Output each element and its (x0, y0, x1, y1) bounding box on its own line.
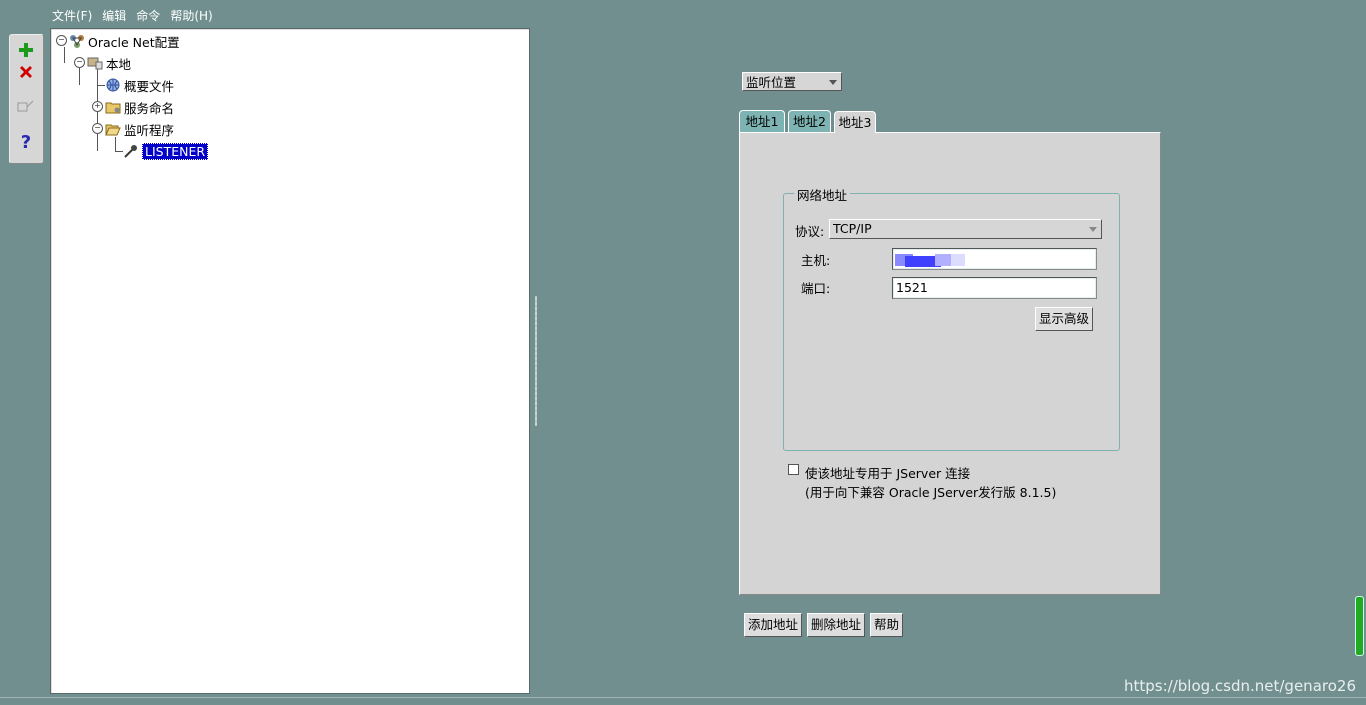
location-select-value: 监听位置 (746, 75, 797, 90)
tree-label-listeners: 监听程序 (124, 122, 175, 138)
expand-toggle-service[interactable]: + (92, 101, 103, 112)
tree-label-service-naming: 服务命名 (124, 100, 175, 116)
plus-icon[interactable] (15, 39, 37, 61)
expand-toggle-listeners[interactable]: − (92, 123, 103, 134)
location-select[interactable]: 监听位置 (742, 72, 842, 91)
menu-edit[interactable]: 编辑 (102, 8, 126, 24)
jserver-note: (用于向下兼容 Oracle JServer发行版 8.1.5) (805, 485, 1057, 500)
tab-address-1[interactable]: 地址1 (739, 110, 785, 132)
port-field[interactable]: 1521 (892, 277, 1097, 299)
port-value: 1521 (896, 280, 928, 295)
tab-label: 地址1 (745, 114, 779, 129)
tree-node-root[interactable]: Oracle Net配置 (69, 32, 180, 50)
menu-command[interactable]: 命令 (136, 8, 160, 24)
toolbar: ? (9, 34, 44, 164)
protocol-select-value: TCP/IP (833, 221, 872, 236)
tree-node-listener[interactable]: LISTENER (123, 142, 209, 160)
tree-node-service-naming[interactable]: 服务命名 (105, 98, 174, 116)
menu-help[interactable]: 帮助(H) (170, 8, 212, 24)
host-label: 主机: (801, 253, 831, 268)
host-field[interactable] (892, 248, 1097, 270)
remove-address-button[interactable]: 删除地址 (807, 613, 866, 637)
tab-address-2[interactable]: 地址2 (788, 110, 831, 132)
network-address-legend: 网络地址 (794, 185, 851, 204)
redacted-host-value (895, 251, 967, 267)
expand-toggle-local[interactable]: − (74, 57, 85, 68)
microphone-icon (123, 144, 139, 158)
menu-file[interactable]: 文件(F) (52, 8, 92, 24)
network-icon (69, 34, 85, 48)
test-icon[interactable] (15, 95, 37, 117)
network-address-group: 网络地址 协议: TCP/IP 主机: 端口: 1521 显示高级 (783, 185, 1120, 451)
protocol-label: 协议: (795, 224, 825, 239)
tree-node-listeners[interactable]: 监听程序 (105, 120, 174, 138)
scroll-indicator[interactable] (1355, 596, 1364, 656)
tree-node-profile[interactable]: 概要文件 (105, 76, 174, 94)
protocol-select[interactable]: TCP/IP (829, 219, 1102, 239)
help-button[interactable]: 帮助 (870, 613, 904, 637)
show-advanced-button[interactable]: 显示高级 (1035, 307, 1094, 331)
jserver-checkbox[interactable] (788, 464, 799, 475)
globe-icon (105, 78, 121, 92)
navigator-tree: − Oracle Net配置 − 本地 概要文件 + 服务命名 − 监听程序 L… (50, 28, 530, 694)
expand-toggle-root[interactable]: − (56, 35, 67, 46)
chevron-down-icon (1089, 227, 1097, 232)
menu-bar: 文件(F) 编辑 命令 帮助(H) (52, 8, 213, 24)
tree-label-listener: LISTENER (142, 142, 209, 160)
tab-label: 地址3 (838, 115, 872, 130)
tree-node-local[interactable]: 本地 (87, 54, 131, 72)
tree-label-root: Oracle Net配置 (88, 34, 180, 50)
splitter-handle[interactable] (535, 296, 537, 426)
tab-label: 地址2 (793, 114, 826, 129)
watermark-text: https://blog.csdn.net/genaro26 (1123, 677, 1356, 695)
tree-label-local: 本地 (106, 56, 132, 72)
folder-open-icon (105, 122, 121, 136)
computer-icon (87, 56, 103, 70)
add-address-button[interactable]: 添加地址 (744, 613, 803, 637)
tree-label-profile: 概要文件 (124, 78, 175, 94)
bottom-divider (0, 697, 1366, 698)
chevron-down-icon (829, 80, 837, 85)
question-icon[interactable]: ? (15, 131, 37, 153)
folder-icon (105, 100, 121, 114)
address-panel: 网络地址 协议: TCP/IP 主机: 端口: 1521 显示高级 使该地址专用… (739, 132, 1161, 595)
jserver-label: 使该地址专用于 JServer 连接 (805, 466, 971, 481)
x-icon[interactable] (15, 61, 37, 83)
port-label: 端口: (801, 281, 831, 296)
tab-address-3[interactable]: 地址3 (834, 111, 876, 133)
help-glyph: ? (20, 131, 32, 153)
